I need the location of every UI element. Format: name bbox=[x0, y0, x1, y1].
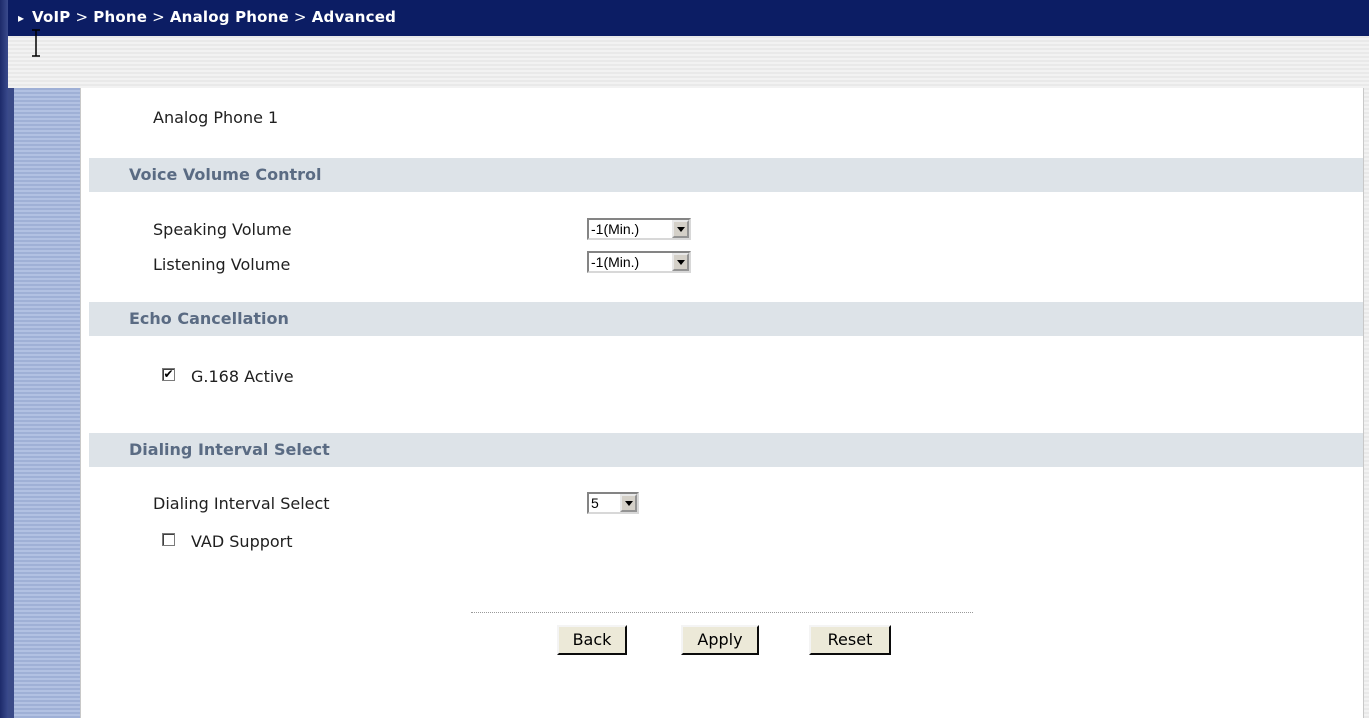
section-header-echo-cancellation: Echo Cancellation bbox=[89, 302, 1363, 336]
g168-active-label: G.168 Active bbox=[191, 367, 294, 386]
breadcrumb-separator: > bbox=[152, 8, 165, 26]
settings-panel: Analog Phone 1 Voice Volume Control Spea… bbox=[80, 88, 1364, 718]
reset-button[interactable]: Reset bbox=[809, 625, 891, 655]
phone-label: Analog Phone 1 bbox=[153, 108, 279, 127]
breadcrumb-item-voip[interactable]: VoIP bbox=[32, 8, 70, 26]
dialing-interval-value: 5 bbox=[591, 495, 599, 511]
text-cursor-icon bbox=[32, 29, 40, 57]
listening-volume-value: -1(Min.) bbox=[591, 254, 640, 270]
speaking-volume-select[interactable]: -1(Min.) bbox=[587, 218, 691, 240]
breadcrumb-separator: > bbox=[293, 8, 307, 26]
breadcrumb-item-phone[interactable]: Phone bbox=[93, 8, 147, 26]
left-edge-strip bbox=[0, 0, 8, 718]
chevron-down-icon[interactable] bbox=[672, 220, 689, 238]
breadcrumb-item-analog-phone[interactable]: Analog Phone bbox=[170, 8, 289, 26]
vad-support-checkbox[interactable] bbox=[162, 533, 175, 546]
breadcrumb-separator: > bbox=[75, 8, 89, 26]
back-button[interactable]: Back bbox=[557, 625, 627, 655]
breadcrumb-arrow-icon: ▸ bbox=[18, 11, 25, 25]
section-header-voice-volume: Voice Volume Control bbox=[89, 158, 1363, 192]
dialing-interval-label: Dialing Interval Select bbox=[153, 494, 330, 513]
breadcrumb: ▸ VoIP > Phone > Analog Phone > Advanced bbox=[8, 0, 1369, 36]
speaking-volume-label: Speaking Volume bbox=[153, 220, 292, 239]
vad-support-label: VAD Support bbox=[191, 532, 293, 551]
chevron-down-icon[interactable] bbox=[672, 253, 689, 271]
speaking-volume-value: -1(Min.) bbox=[591, 221, 640, 237]
g168-active-checkbox[interactable]: ✔ bbox=[162, 368, 175, 381]
side-panel-decoration bbox=[8, 88, 80, 718]
apply-button[interactable]: Apply bbox=[681, 625, 759, 655]
chevron-down-icon[interactable] bbox=[620, 494, 637, 512]
breadcrumb-item-advanced: Advanced bbox=[311, 8, 397, 26]
listening-volume-select[interactable]: -1(Min.) bbox=[587, 251, 691, 273]
listening-volume-label: Listening Volume bbox=[153, 255, 291, 274]
divider bbox=[471, 612, 973, 613]
dialing-interval-select[interactable]: 5 bbox=[587, 492, 639, 514]
section-header-dialing-interval: Dialing Interval Select bbox=[89, 433, 1363, 467]
